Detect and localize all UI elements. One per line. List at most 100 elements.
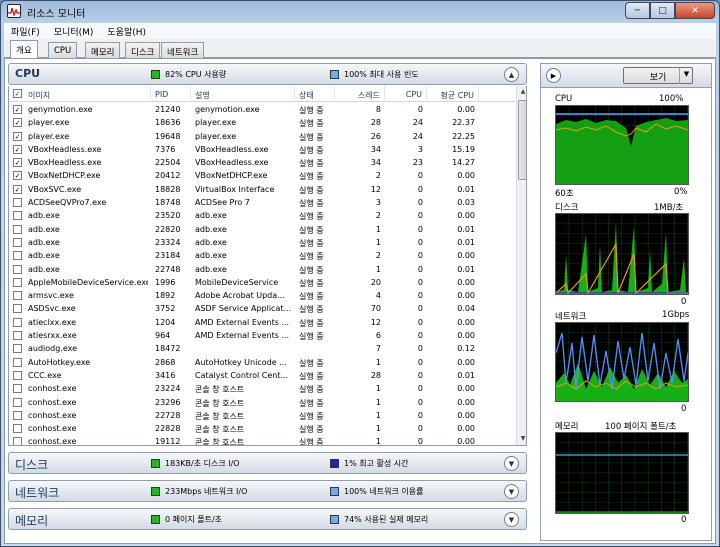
disk-section-header[interactable]: 디스크 183KB/초 디스크 I/O 1% 최고 활성 시간 ▼ <box>8 452 527 474</box>
maximize-button[interactable]: □ <box>650 2 675 19</box>
table-row[interactable]: atieclxx.exe 1204 AMD External Events ... 실… <box>9 316 515 329</box>
table-row[interactable]: ACDSeeQVPro7.exe 18748 ACDSee Pro 7 실행 중 3 0 0… <box>9 196 515 209</box>
memory-graph-max: 100 페이지 폴트/초 <box>605 422 677 432</box>
process-checkbox[interactable]: ✓ <box>13 131 22 141</box>
scroll-down-icon[interactable]: ▼ <box>517 433 526 445</box>
tab-cpu[interactable]: CPU <box>48 42 78 58</box>
table-row[interactable]: conhost.exe 23296 콘솔 창 호스트 실행 중 1 0 0.00 <box>9 396 515 409</box>
menu-help[interactable]: 도움말(H) <box>100 25 153 38</box>
table-row[interactable]: audiodg.exe 18472 7 0 0.12 <box>9 342 515 355</box>
process-checkbox[interactable] <box>13 357 22 367</box>
menu-monitor[interactable]: 모니터(M) <box>47 25 101 38</box>
table-row[interactable]: CCC.exe 3416 Catalyst Control Cent... 실행 중 2… <box>9 369 515 382</box>
cell-avg: 0.12 <box>457 344 475 354</box>
process-checkbox[interactable] <box>13 224 22 234</box>
scroll-thumb[interactable] <box>518 100 526 180</box>
process-table-scrollbar[interactable]: ▲ ▼ <box>516 86 526 445</box>
table-row[interactable]: armsvc.exe 1892 Adobe Acrobat Upda... 실행 중 4… <box>9 289 515 302</box>
table-row[interactable]: AppleMobileDeviceService.exe 1996 MobileDe… <box>9 276 515 289</box>
expand-disk-chevron-icon[interactable]: ▼ <box>504 456 519 471</box>
tab-disk[interactable]: 디스크 <box>125 42 161 58</box>
table-row[interactable]: ✓ VBoxHeadless.exe 7376 VBoxHeadless.exe 실행 … <box>9 143 515 156</box>
cell-status: 실행 중 <box>299 199 324 209</box>
view-dropdown-icon[interactable]: ▼ <box>679 67 693 84</box>
process-checkbox[interactable] <box>13 384 22 394</box>
table-row[interactable]: ✓ genymotion.exe 21240 genymotion.exe 실행 중 8 0… <box>9 103 515 116</box>
tab-memory[interactable]: 메모리 <box>85 42 121 58</box>
table-row[interactable]: ✓ VBoxHeadless.exe 22504 VBoxHeadless.exe 실행… <box>9 156 515 169</box>
memory-section-header[interactable]: 메모리 0 페이지 폴트/초 74% 사용된 실제 메모리 ▼ <box>8 508 527 530</box>
cell-threads: 1 <box>375 437 381 446</box>
close-button[interactable]: ✕ <box>675 2 715 19</box>
column-threads-header[interactable]: 스레드 <box>335 86 385 102</box>
process-checkbox[interactable] <box>13 397 22 407</box>
table-row[interactable]: ✓ VBoxNetDHCP.exe 20412 VBoxNetDHCP.exe 실행 중… <box>9 169 515 182</box>
network-section-header[interactable]: 네트워크 233Mbps 네트워크 I/O 100% 네트워크 이용률 ▼ <box>8 480 527 502</box>
process-checkbox[interactable]: ✓ <box>13 171 22 181</box>
process-checkbox[interactable]: ✓ <box>13 144 22 154</box>
table-row[interactable]: ✓ player.exe 19648 player.exe 실행 중 26 24 22.25 <box>9 130 515 143</box>
tab-overview[interactable]: 개요 <box>10 40 38 59</box>
column-pid-header[interactable]: PID <box>151 86 191 102</box>
table-row[interactable]: adb.exe 23324 adb.exe 실행 중 1 0 0.01 <box>9 236 515 249</box>
table-row[interactable]: ✓ player.exe 18636 player.exe 실행 중 28 24 22.37 <box>9 116 515 129</box>
cell-image: atiesrxx.exe <box>28 331 77 341</box>
cell-threads: 3 <box>375 198 381 208</box>
table-row[interactable]: conhost.exe 22828 콘솔 창 호스트 실행 중 1 0 0.00 <box>9 422 515 435</box>
title-bar[interactable]: 리소스 모니터 ─ □ ✕ <box>1 1 719 21</box>
process-checkbox[interactable]: ✓ <box>13 118 22 128</box>
process-checkbox[interactable] <box>13 410 22 420</box>
cell-image: ACDSeeQVPro7.exe <box>28 198 107 208</box>
process-checkbox[interactable] <box>13 331 22 341</box>
tab-network[interactable]: 네트워크 <box>161 42 205 58</box>
column-status-header[interactable]: 상태 <box>295 86 335 102</box>
process-checkbox[interactable] <box>13 291 22 301</box>
tab-strip: 개요 CPU 메모리 디스크 네트워크 <box>4 39 716 59</box>
process-checkbox[interactable] <box>13 211 22 221</box>
process-checkbox[interactable] <box>13 237 22 247</box>
cell-threads: 20 <box>370 277 381 287</box>
table-row[interactable]: conhost.exe 23224 콘솔 창 호스트 실행 중 1 0 0.00 <box>9 382 515 395</box>
menu-file[interactable]: 파일(F) <box>4 25 47 38</box>
process-checkbox[interactable] <box>13 424 22 434</box>
process-checkbox[interactable] <box>13 370 22 380</box>
table-row[interactable]: adb.exe 23184 adb.exe 실행 중 2 0 0.00 <box>9 249 515 262</box>
cpu-section-header[interactable]: CPU 82% CPU 사용량 100% 최대 사용 빈도 ▲ <box>8 63 527 85</box>
table-row[interactable]: conhost.exe 19112 콘솔 창 호스트 실행 중 1 0 0.00 <box>9 435 515 446</box>
minimize-button[interactable]: ─ <box>625 2 650 19</box>
process-checkbox[interactable] <box>13 251 22 261</box>
cpu-freq-text: 100% 최대 사용 빈도 <box>344 70 419 79</box>
table-row[interactable]: ✓ VBoxSVC.exe 18828 VirtualBox Interface 실행 … <box>9 183 515 196</box>
process-checkbox[interactable] <box>13 317 22 327</box>
column-cpu-header[interactable]: CPU <box>385 86 427 102</box>
process-checkbox[interactable]: ✓ <box>13 184 22 194</box>
collapse-panel-chevron-icon[interactable]: ▶ <box>546 68 561 83</box>
process-checkbox[interactable] <box>13 277 22 287</box>
collapse-cpu-chevron-icon[interactable]: ▲ <box>504 67 519 82</box>
process-checkbox[interactable] <box>13 264 22 274</box>
select-all-checkbox[interactable]: ✓ <box>13 89 22 98</box>
process-checkbox[interactable]: ✓ <box>13 158 22 168</box>
column-avg-cpu-header[interactable]: 평균 CPU <box>427 86 479 102</box>
table-row[interactable]: AutoHotkey.exe 2868 AutoHotkey Unicode ...… <box>9 356 515 369</box>
column-description-header[interactable]: 설명 <box>191 86 295 102</box>
column-image-header[interactable]: ✓ 이미지 <box>9 86 151 102</box>
process-checkbox[interactable]: ✓ <box>13 105 22 114</box>
table-row[interactable]: adb.exe 22820 adb.exe 실행 중 1 0 0.01 <box>9 223 515 236</box>
cell-desc: VBoxHeadless.exe <box>195 158 269 168</box>
process-checkbox[interactable] <box>13 304 22 314</box>
expand-memory-chevron-icon[interactable]: ▼ <box>504 512 519 527</box>
table-row[interactable]: conhost.exe 22728 콘솔 창 호스트 실행 중 1 0 0.00 <box>9 409 515 422</box>
expand-network-chevron-icon[interactable]: ▼ <box>504 484 519 499</box>
process-checkbox[interactable] <box>13 437 22 445</box>
table-row[interactable]: ASDSvc.exe 3752 ASDF Service Applicat... 실행… <box>9 302 515 315</box>
table-row[interactable]: atiesrxx.exe 964 AMD External Events ... 실행… <box>9 329 515 342</box>
table-row[interactable]: adb.exe 22748 adb.exe 실행 중 1 0 0.01 <box>9 263 515 276</box>
cell-threads: 28 <box>370 118 381 128</box>
process-checkbox[interactable] <box>13 344 22 354</box>
scroll-up-icon[interactable]: ▲ <box>517 86 526 98</box>
disk-graph-label: 디스크 <box>555 203 579 213</box>
cell-avg: 0.00 <box>457 331 475 341</box>
process-checkbox[interactable] <box>13 198 22 208</box>
table-row[interactable]: adb.exe 23520 adb.exe 실행 중 2 0 0.00 <box>9 209 515 222</box>
